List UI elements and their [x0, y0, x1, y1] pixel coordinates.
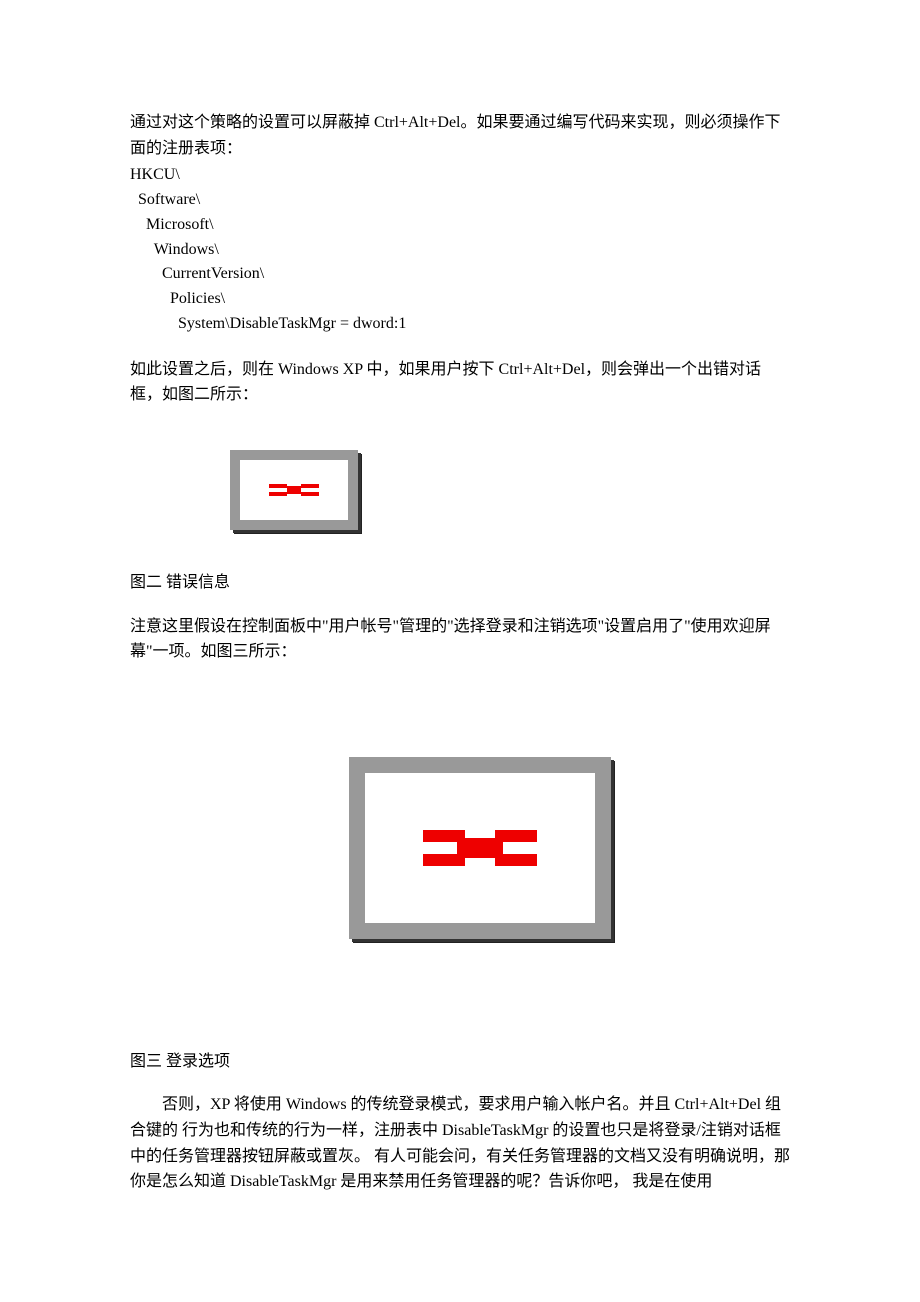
registry-line: Software\ [130, 188, 790, 213]
figure-3-placeholder [349, 757, 611, 939]
result-paragraph: 如此设置之后，则在 Windows XP 中，如果用户按下 Ctrl+Alt+D… [130, 357, 790, 408]
figure-2-caption: 图二 错误信息 [130, 570, 790, 596]
registry-path-block: HKCU\ Software\ Microsoft\ Windows\ Curr… [130, 163, 790, 337]
registry-line: HKCU\ [130, 163, 790, 188]
registry-line: System\DisableTaskMgr = dword:1 [130, 312, 790, 337]
registry-line: Microsoft\ [130, 213, 790, 238]
figure-2-wrapper [130, 450, 790, 530]
intro-paragraph: 通过对这个策略的设置可以屏蔽掉 Ctrl+Alt+Del。如果要通过编写代码来实… [130, 110, 790, 161]
registry-line: Policies\ [130, 287, 790, 312]
registry-line: CurrentVersion\ [130, 262, 790, 287]
broken-image-icon [415, 818, 545, 878]
figure-3-wrapper [130, 757, 790, 939]
registry-line: Windows\ [130, 238, 790, 263]
broken-image-icon [269, 478, 319, 502]
figure-3-caption: 图三 登录选项 [130, 1049, 790, 1075]
conclusion-paragraph: 否则，XP 将使用 Windows 的传统登录模式，要求用户输入帐户名。并且 C… [130, 1092, 790, 1194]
note-paragraph: 注意这里假设在控制面板中"用户帐号"管理的"选择登录和注销选项"设置启用了"使用… [130, 614, 790, 665]
figure-2-placeholder [230, 450, 358, 530]
